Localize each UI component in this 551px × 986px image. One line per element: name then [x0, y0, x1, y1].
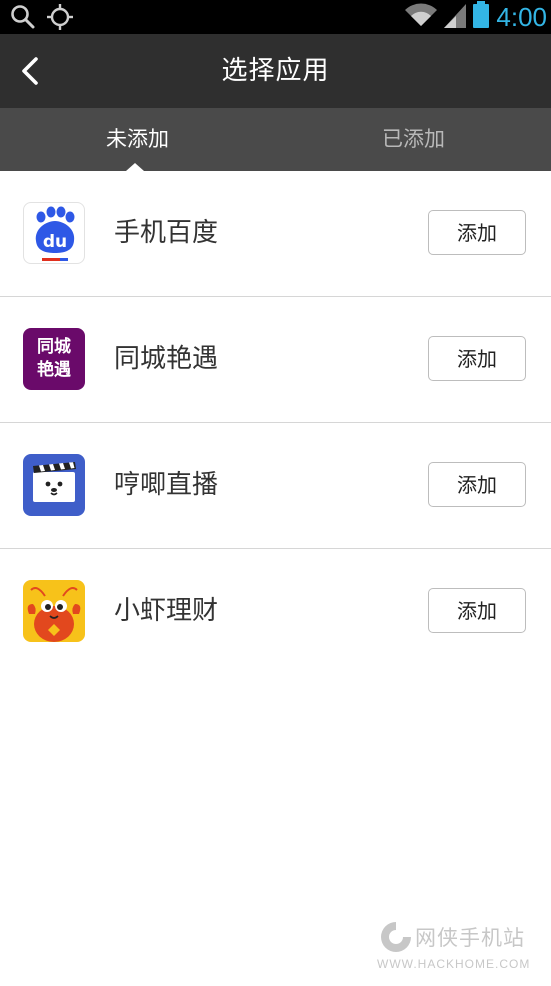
status-bar: 4:00 [0, 0, 551, 34]
tab-added[interactable]: 已添加 [276, 108, 551, 171]
app-root: 4:00 选择应用 未添加 已添加 du 手机百度 添加 同城 艳遇 同城艳遇 … [0, 0, 551, 986]
clock: 4:00 [496, 1, 547, 32]
list-item: 小虾理财 添加 [0, 549, 551, 674]
search-icon [10, 4, 36, 34]
active-tab-indicator [126, 163, 144, 171]
add-button[interactable]: 添加 [428, 210, 526, 255]
tab-not-added[interactable]: 未添加 [0, 108, 275, 171]
battery-icon [472, 1, 490, 33]
page-title: 选择应用 [221, 56, 330, 86]
icon-label-line1: 同城 [37, 337, 71, 357]
tab-bar: 未添加 已添加 [0, 108, 551, 171]
xiaoxia-finance-icon [23, 580, 85, 642]
app-name: 哼唧直播 [114, 470, 219, 500]
watermark: 网侠手机站 WWW.HACKHOME.COM [375, 920, 545, 980]
hackhome-logo-icon [379, 920, 413, 954]
title-bar: 选择应用 [0, 34, 551, 108]
tongcheng-yanyu-icon: 同城 艳遇 [23, 328, 85, 390]
wifi-icon [404, 2, 438, 32]
signal-icon [444, 2, 467, 32]
app-name: 小虾理财 [114, 596, 219, 626]
app-list: du 手机百度 添加 同城 艳遇 同城艳遇 添加 哼唧直播 添加 小虾理财 添加 [0, 171, 551, 674]
list-item: 同城 艳遇 同城艳遇 添加 [0, 297, 551, 423]
watermark-text: 网侠手机站 [415, 926, 525, 950]
baidu-icon: du [23, 202, 85, 264]
list-item: du 手机百度 添加 [0, 171, 551, 297]
watermark-url: WWW.HACKHOME.COM [377, 957, 531, 971]
list-item: 哼唧直播 添加 [0, 423, 551, 549]
app-name: 手机百度 [114, 218, 219, 248]
app-name: 同城艳遇 [114, 344, 219, 374]
icon-label-line2: 艳遇 [37, 360, 71, 380]
add-button[interactable]: 添加 [428, 588, 526, 633]
hengji-live-icon [23, 454, 85, 516]
add-button[interactable]: 添加 [428, 336, 526, 381]
add-button[interactable]: 添加 [428, 462, 526, 507]
svg-text:du: du [43, 232, 67, 252]
gps-icon [46, 3, 74, 35]
